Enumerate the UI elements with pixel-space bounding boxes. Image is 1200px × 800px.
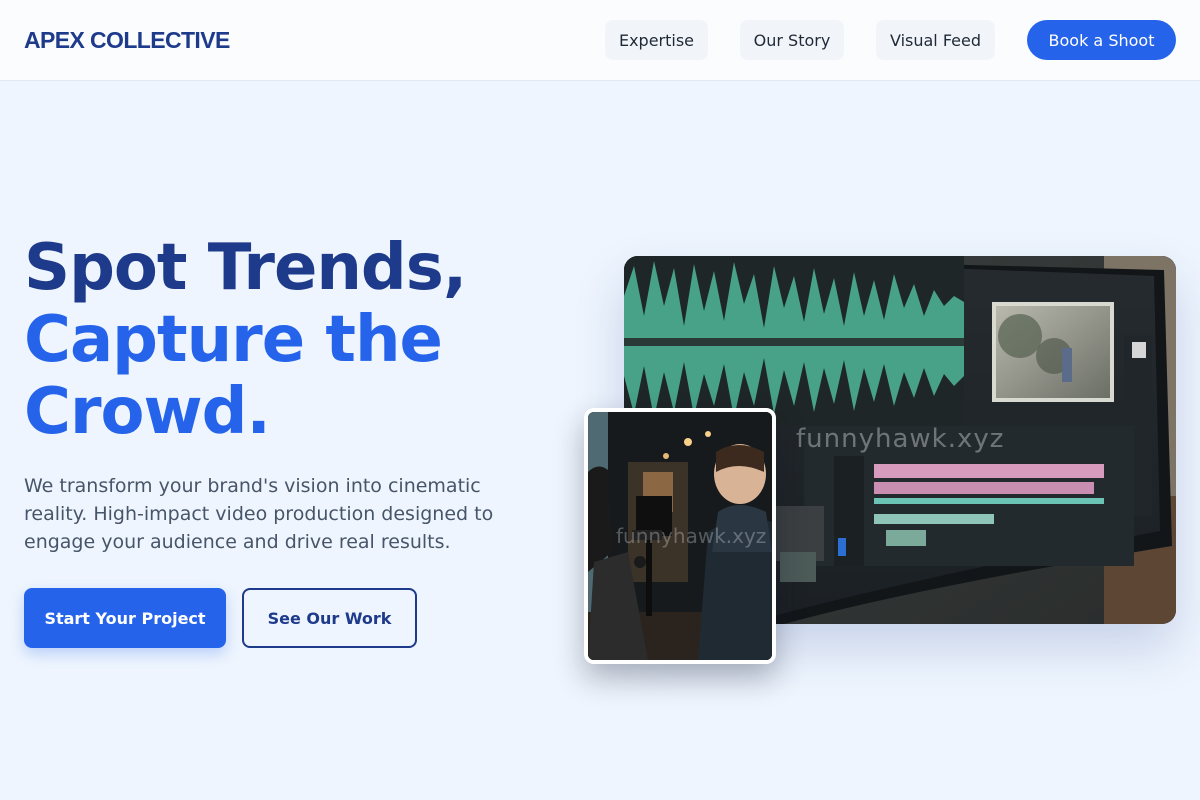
- waveform-panel: [624, 256, 964, 426]
- headline-line-1: Spot Trends,: [24, 231, 467, 305]
- hero-subtitle: We transform your brand's vision into ci…: [24, 475, 494, 553]
- brand-logo[interactable]: APEX COLLECTIVE: [24, 27, 230, 54]
- see-our-work-button[interactable]: See Our Work: [242, 588, 417, 648]
- nav-link-our-story[interactable]: Our Story: [740, 20, 844, 60]
- timeline-panel: [804, 426, 1134, 566]
- headline-line-3: Crowd.: [24, 375, 271, 449]
- nav-link-visual-feed[interactable]: Visual Feed: [876, 20, 995, 60]
- hero-headline: Spot Trends, Capture the Crowd.: [24, 232, 544, 448]
- headline-line-2: Capture the: [24, 303, 443, 377]
- camera-operator-image: funnyhawk.xyz: [584, 408, 776, 664]
- site-header: APEX COLLECTIVE Expertise Our Story Visu…: [0, 0, 1200, 81]
- book-a-shoot-button[interactable]: Book a Shoot: [1027, 20, 1176, 60]
- nav-link-expertise[interactable]: Expertise: [605, 20, 708, 60]
- start-project-button[interactable]: Start Your Project: [24, 588, 226, 648]
